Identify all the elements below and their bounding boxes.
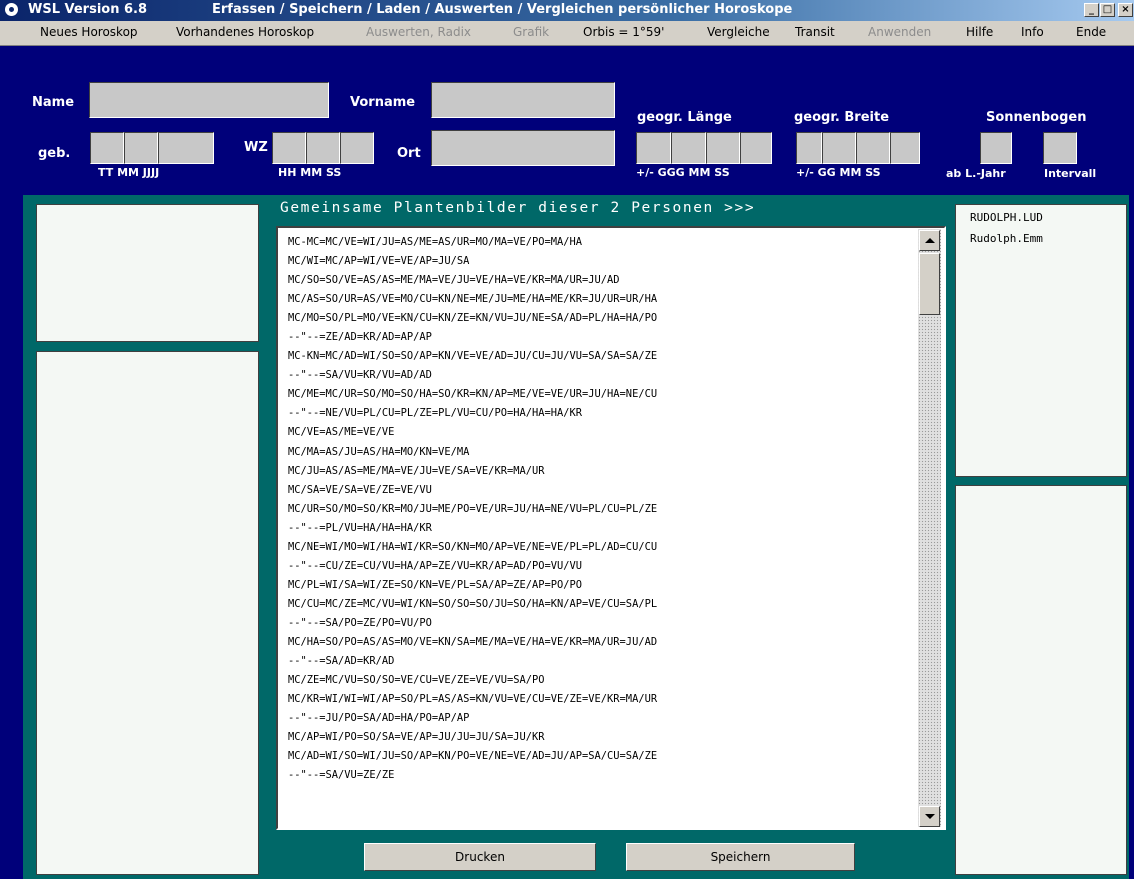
app-icon — [4, 2, 19, 17]
time-second-field[interactable] — [340, 132, 374, 164]
window-subtitle: Erfassen / Speichern / Laden / Auswerten… — [212, 2, 793, 17]
menu-neues-horoskop[interactable]: Neues Horoskop — [40, 25, 138, 39]
planet-picture-line: --"--=PL/VU=HA/HA=HA/KR — [288, 521, 432, 534]
print-button[interactable]: Drucken — [364, 843, 596, 871]
scroll-down-button[interactable] — [919, 806, 940, 827]
planet-picture-line: MC-MC=MC/VE=WI/JU=AS/ME=AS/UR=MO/MA=VE/P… — [288, 236, 583, 248]
breite-format-label: +/- GG MM SS — [796, 166, 881, 179]
persons-list: RUDOLPH.LUD Rudolph.Emm — [955, 204, 1127, 477]
planet-picture-line: --"--=ZE/AD=KR/AD=AP/AP — [288, 331, 432, 344]
planet-picture-line: MC/AD=WI/SO=WI/JU=SO/AP=KN/PO=VE/NE=VE/A… — [288, 750, 658, 763]
result-header: Gemeinsame Plantenbilder dieser 2 Person… — [280, 200, 756, 216]
breite-sign-field[interactable] — [796, 132, 822, 164]
ab-jahr-label: ab L.-Jahr — [946, 167, 1006, 180]
birth-month-field[interactable] — [124, 132, 158, 164]
planet-picture-line: MC/MO=SO/PL=MO/VE=KN/CU=KN/ZE=KN/VU=JU/N… — [288, 312, 658, 325]
planet-picture-line: MC/MA=AS/JU=AS/HA=MO/KN=VE/MA — [288, 445, 470, 458]
maximize-button[interactable]: □ — [1100, 3, 1115, 17]
laenge-second-field[interactable] — [740, 132, 772, 164]
planet-picture-line: MC/NE=WI/MO=WI/HA=WI/KR=SO/KN=MO/AP=VE/N… — [288, 540, 658, 553]
planet-picture-line: MC/UR=SO/MO=SO/KR=MO/JU=ME/PO=VE/UR=JU/H… — [288, 502, 658, 515]
laenge-minute-field[interactable] — [706, 132, 740, 164]
planet-picture-line: MC/SO=SO/VE=AS/AS=ME/MA=VE/JU=VE/HA=VE/K… — [288, 274, 620, 287]
menu-hilfe[interactable]: Hilfe — [966, 25, 993, 39]
laenge-degree-field[interactable] — [671, 132, 706, 164]
menu-ende[interactable]: Ende — [1076, 25, 1106, 39]
planet-picture-line: MC/AS=SO/UR=AS/VE=MO/CU=KN/NE=ME/JU=ME/H… — [288, 293, 658, 306]
vorname-label: Vorname — [350, 95, 416, 110]
birth-year-field[interactable] — [158, 132, 214, 164]
planet-picture-line: MC/ME=MC/UR=SO/MO=SO/HA=SO/KR=KN/AP=ME/V… — [288, 388, 658, 401]
planet-picture-line: --"--=SA/VU=ZE/ZE — [288, 769, 395, 782]
planet-picture-line: MC/SA=VE/SA=VE/ZE=VE/VU — [288, 483, 432, 496]
birth-day-field[interactable] — [90, 132, 124, 164]
menu-vergleiche[interactable]: Vergleiche — [707, 25, 770, 39]
ort-label: Ort — [397, 146, 421, 161]
intervall-label: Intervall — [1044, 167, 1097, 180]
planet-picture-line: --"--=SA/PO=ZE/PO=VU/PO — [288, 616, 432, 629]
planet-picture-line: MC/AP=WI/PO=SO/SA=VE/AP=JU/JU=JU/SA=JU/K… — [288, 731, 545, 744]
title-bar: WSL Version 6.8 Erfassen / Speichern / L… — [0, 0, 1134, 21]
planet-picture-line: MC/CU=MC/ZE=MC/VU=WI/KN=SO/SO=SO/JU=SO/H… — [288, 597, 658, 610]
name-field[interactable] — [89, 82, 329, 118]
left-bottom-panel — [36, 351, 259, 875]
vertical-scrollbar[interactable] — [918, 229, 941, 827]
planet-picture-line: --"--=NE/VU=PL/CU=PL/ZE=PL/VU=CU/PO=HA/H… — [288, 407, 583, 420]
ab-jahr-field[interactable] — [980, 132, 1012, 164]
planet-pictures-list: MC-MC=MC/VE=WI/JU=AS/ME=AS/UR=MO/MA=VE/P… — [288, 233, 657, 785]
menu-orbis[interactable]: Orbis = 1°59' — [583, 25, 664, 39]
time-minute-field[interactable] — [306, 132, 340, 164]
planet-picture-line: MC/PL=WI/SA=WI/ZE=SO/KN=VE/PL=SA/AP=ZE/A… — [288, 578, 583, 591]
name-label: Name — [32, 95, 75, 110]
planet-picture-line: MC/ZE=MC/VU=SO/SO=VE/CU=VE/ZE=VE/VU=SA/P… — [288, 674, 545, 687]
laenge-label: geogr. Länge — [637, 110, 732, 125]
menu-auswerten-radix[interactable]: Auswerten, Radix — [366, 25, 471, 39]
menu-bar: Neues Horoskop Vorhandenes Horoskop Ausw… — [0, 21, 1134, 46]
save-button[interactable]: Speichern — [626, 843, 855, 871]
minimize-button[interactable]: _ — [1084, 3, 1099, 17]
planet-pictures-textarea[interactable]: MC-MC=MC/VE=WI/JU=AS/ME=AS/UR=MO/MA=VE/P… — [276, 226, 946, 830]
intervall-field[interactable] — [1043, 132, 1077, 164]
planet-picture-line: --"--=SA/VU=KR/VU=AD/AD — [288, 369, 432, 382]
sonnenbogen-label: Sonnenbogen — [986, 110, 1087, 125]
menu-vorhandenes-horoskop[interactable]: Vorhandenes Horoskop — [176, 25, 314, 39]
menu-grafik[interactable]: Grafik — [513, 25, 549, 39]
time-format-label: HH MM SS — [278, 166, 342, 179]
planet-picture-line: MC-KN=MC/AD=WI/SO=SO/AP=KN/VE=VE/AD=JU/C… — [288, 350, 658, 363]
planet-picture-line: --"--=CU/ZE=CU/VU=HA/AP=ZE/VU=KR/AP=AD/P… — [288, 559, 583, 572]
scroll-up-button[interactable] — [919, 230, 940, 251]
laenge-sign-field[interactable] — [636, 132, 671, 164]
breite-label: geogr. Breite — [794, 110, 890, 125]
person-item[interactable]: RUDOLPH.LUD — [970, 211, 1043, 224]
ort-field[interactable] — [431, 130, 615, 166]
breite-minute-field[interactable] — [856, 132, 890, 164]
date-format-label: TT MM JJJJ — [98, 166, 160, 179]
scroll-thumb[interactable] — [919, 253, 940, 315]
menu-transit[interactable]: Transit — [795, 25, 835, 39]
laenge-format-label: +/- GGG MM SS — [636, 166, 730, 179]
planet-picture-line: MC/WI=MC/AP=WI/VE=VE/AP=JU/SA — [288, 255, 470, 268]
planet-picture-line: MC/JU=AS/AS=ME/MA=VE/JU=VE/SA=VE/KR=MA/U… — [288, 464, 545, 477]
close-button[interactable]: × — [1118, 3, 1133, 17]
breite-degree-field[interactable] — [822, 132, 856, 164]
menu-anwenden[interactable]: Anwenden — [868, 25, 931, 39]
right-bottom-panel — [955, 485, 1127, 875]
menu-info[interactable]: Info — [1021, 25, 1044, 39]
vorname-field[interactable] — [431, 82, 615, 118]
planet-picture-line: MC/HA=SO/PO=AS/AS=MO/VE=KN/SA=ME/MA=VE/H… — [288, 635, 658, 648]
breite-second-field[interactable] — [890, 132, 920, 164]
planet-picture-line: --"--=JU/PO=SA/AD=HA/PO=AP/AP — [288, 712, 470, 725]
planet-picture-line: MC/VE=AS/ME=VE/VE — [288, 426, 395, 439]
planet-picture-line: --"--=SA/AD=KR/AD — [288, 655, 395, 668]
wz-label: WZ — [244, 140, 268, 155]
person-item[interactable]: Rudolph.Emm — [970, 232, 1043, 245]
geb-label: geb. — [38, 146, 71, 161]
planet-picture-line: MC/KR=WI/WI=WI/AP=SO/PL=AS/AS=KN/VU=VE/C… — [288, 693, 658, 706]
time-hour-field[interactable] — [272, 132, 306, 164]
input-form-panel: Name Vorname geb. TT MM JJJJ WZ HH MM SS… — [0, 46, 1134, 191]
app-name: WSL Version 6.8 — [28, 2, 148, 17]
left-top-panel — [36, 204, 259, 342]
